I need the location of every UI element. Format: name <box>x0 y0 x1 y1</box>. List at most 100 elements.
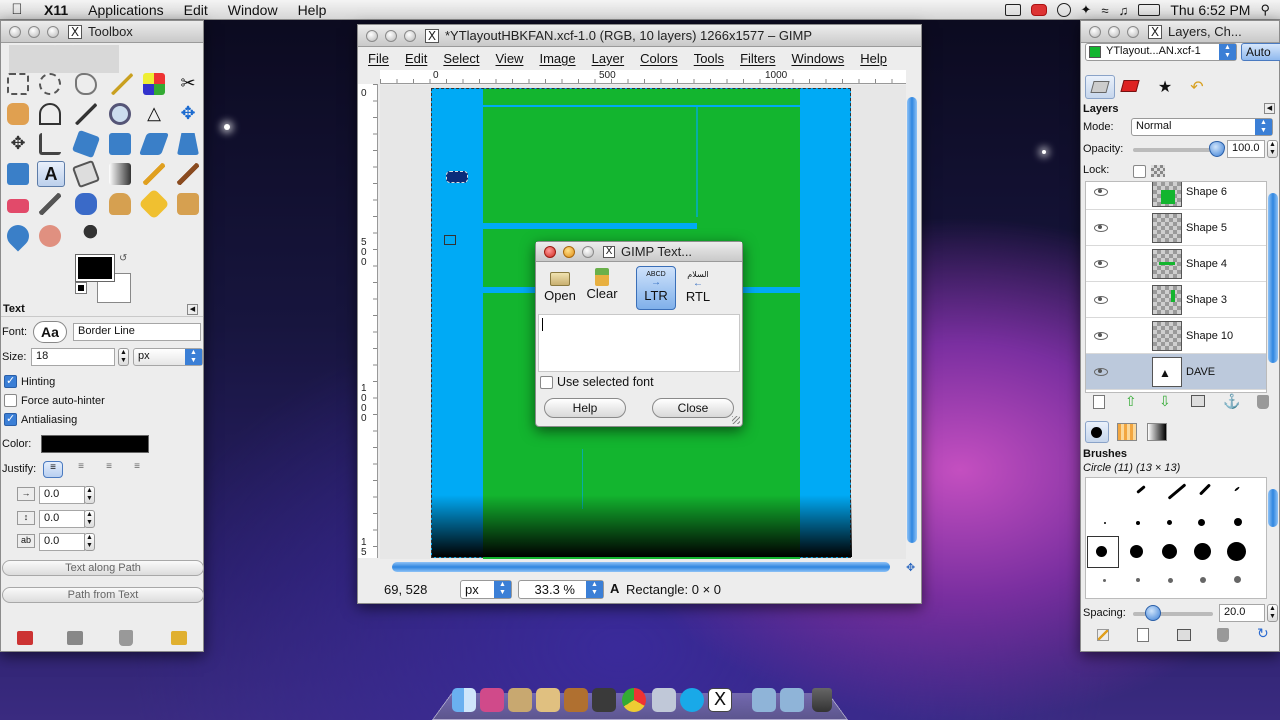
close-button[interactable] <box>9 25 21 38</box>
camera-icon[interactable] <box>1004 4 1021 16</box>
justify-left-icon[interactable]: ≡ <box>43 461 63 478</box>
brush-item[interactable] <box>1227 542 1246 561</box>
panel-menu-icon[interactable]: ◀ <box>1264 103 1275 114</box>
foreground-select-icon[interactable] <box>7 103 29 125</box>
menu-view[interactable]: View <box>488 51 532 66</box>
paths-tab-icon[interactable]: ★ <box>1153 77 1177 97</box>
scroll-thumb-v[interactable] <box>1268 193 1278 363</box>
zoom-button[interactable] <box>47 25 59 38</box>
spacing-field[interactable]: 20.0 <box>1219 604 1265 622</box>
minimize-button[interactable] <box>28 25 40 38</box>
menu-edit[interactable]: Edit <box>397 51 435 66</box>
lock-pixels-checkbox[interactable] <box>1133 165 1146 178</box>
brush-item[interactable] <box>1234 576 1241 583</box>
horizontal-ruler[interactable]: 0 500 1000 <box>380 70 906 84</box>
brush-item[interactable] <box>1162 544 1177 559</box>
eye-icon[interactable] <box>1094 187 1108 196</box>
brush-item[interactable] <box>1198 483 1212 496</box>
mail-icon[interactable] <box>652 688 676 712</box>
swap-colors-icon[interactable]: ↺ <box>119 253 127 264</box>
restore-options-icon[interactable] <box>67 631 83 645</box>
bucket-fill-icon[interactable] <box>71 159 101 189</box>
line-spacing-field[interactable]: 0.0 <box>39 510 85 528</box>
save-options-icon[interactable] <box>17 631 33 645</box>
unit-select[interactable]: px ▲ ▼ <box>460 580 512 599</box>
wifi-icon[interactable]: ≈ <box>1101 3 1108 18</box>
delete-options-icon[interactable] <box>119 630 133 646</box>
skype-icon[interactable] <box>680 688 704 712</box>
brush-item[interactable] <box>1234 518 1242 526</box>
blend-icon[interactable] <box>109 163 131 185</box>
open-button[interactable]: Open <box>542 268 578 308</box>
size-spinner[interactable]: ▲ ▼ <box>118 348 129 366</box>
menu-image[interactable]: Image <box>531 51 583 66</box>
brush-item[interactable] <box>1200 577 1206 583</box>
brushes-scrollbar[interactable] <box>1267 477 1279 599</box>
font-field[interactable]: Border Line <box>73 323 201 341</box>
rtl-button[interactable]: السلام ← RTL <box>678 266 718 310</box>
eraser-icon[interactable] <box>7 199 29 213</box>
align-icon[interactable]: ✥ <box>7 133 29 155</box>
opacity-slider-thumb[interactable] <box>1209 141 1225 157</box>
scissors-icon[interactable]: ✂ <box>177 73 199 95</box>
brush-item[interactable] <box>1096 546 1107 557</box>
applications-folder-icon[interactable] <box>752 688 776 712</box>
menu-colors[interactable]: Colors <box>632 51 686 66</box>
image-select[interactable]: YTlayout...AN.xcf-1 ▲ ▼ <box>1085 43 1237 61</box>
shear-icon[interactable] <box>138 133 170 155</box>
options-menu-icon[interactable]: ◀ <box>187 304 198 315</box>
foreground-color-swatch[interactable] <box>75 254 115 282</box>
antialiasing-checkbox[interactable] <box>4 412 17 426</box>
undo-tab-icon[interactable]: ↶ <box>1185 77 1209 97</box>
line-spacing-spinner[interactable]: ▲ ▼ <box>84 510 95 528</box>
airbrush-icon[interactable] <box>39 193 61 215</box>
battery-icon[interactable] <box>1138 4 1161 16</box>
eye-icon[interactable] <box>1094 295 1108 304</box>
mode-select[interactable]: Normal ▲ ▼ <box>1131 118 1273 136</box>
fuzzy-select-icon[interactable] <box>111 73 133 95</box>
menu-window[interactable]: Window <box>218 2 288 18</box>
ellipse-select-icon[interactable] <box>39 73 61 95</box>
move-icon[interactable]: ✥ <box>177 103 199 125</box>
brush-item[interactable] <box>1234 486 1240 492</box>
apple-icon[interactable]:  <box>0 1 34 18</box>
text-color-button[interactable] <box>41 435 149 453</box>
menu-tools[interactable]: Tools <box>686 51 732 66</box>
menu-filters[interactable]: Filters <box>732 51 783 66</box>
raise-layer-icon[interactable]: ⇧ <box>1125 393 1137 410</box>
zoom-button[interactable] <box>582 245 594 258</box>
text-along-path-button[interactable]: Text along Path <box>2 560 204 576</box>
flip-icon[interactable] <box>7 163 29 185</box>
dodge-burn-icon[interactable] <box>75 225 97 247</box>
x11-dock-icon[interactable]: X <box>708 688 732 712</box>
eye-icon[interactable] <box>1094 223 1108 232</box>
chrome-icon[interactable] <box>622 688 646 712</box>
indent-field[interactable]: 0.0 <box>39 486 85 504</box>
clock[interactable]: Thu 6:52 PM <box>1170 2 1250 18</box>
pencil-icon[interactable] <box>143 163 165 185</box>
menu-windows[interactable]: Windows <box>783 51 852 66</box>
layer-row-selected[interactable]: ▲ DAVE <box>1086 354 1266 390</box>
close-button[interactable] <box>1089 25 1101 38</box>
lock-alpha-icon[interactable] <box>1151 165 1165 177</box>
layer-row[interactable]: Shape 4 <box>1086 246 1266 282</box>
brush-item[interactable] <box>1103 579 1106 582</box>
zoom-button[interactable] <box>404 29 416 42</box>
help-button[interactable]: Help <box>544 398 626 418</box>
justify-center-icon[interactable]: ≡ <box>99 461 119 478</box>
spacing-slider-thumb[interactable] <box>1145 605 1161 621</box>
record-icon[interactable] <box>1030 4 1047 16</box>
close-button[interactable] <box>366 29 378 42</box>
use-selected-font-checkbox[interactable] <box>540 376 553 389</box>
documents-folder-icon[interactable] <box>780 688 804 712</box>
navigate-icon[interactable]: ✥ <box>906 561 920 574</box>
brush-item[interactable] <box>1136 521 1140 525</box>
finder-icon[interactable] <box>452 688 476 712</box>
delete-layer-icon[interactable] <box>1257 395 1269 409</box>
clear-button[interactable]: Clear <box>584 268 620 308</box>
opacity-slider[interactable] <box>1133 148 1219 152</box>
brush-item[interactable] <box>1167 483 1187 500</box>
hinting-checkbox[interactable] <box>4 374 17 388</box>
brush-item[interactable] <box>1104 522 1106 524</box>
justify-fill-icon[interactable]: ≡ <box>127 461 147 478</box>
